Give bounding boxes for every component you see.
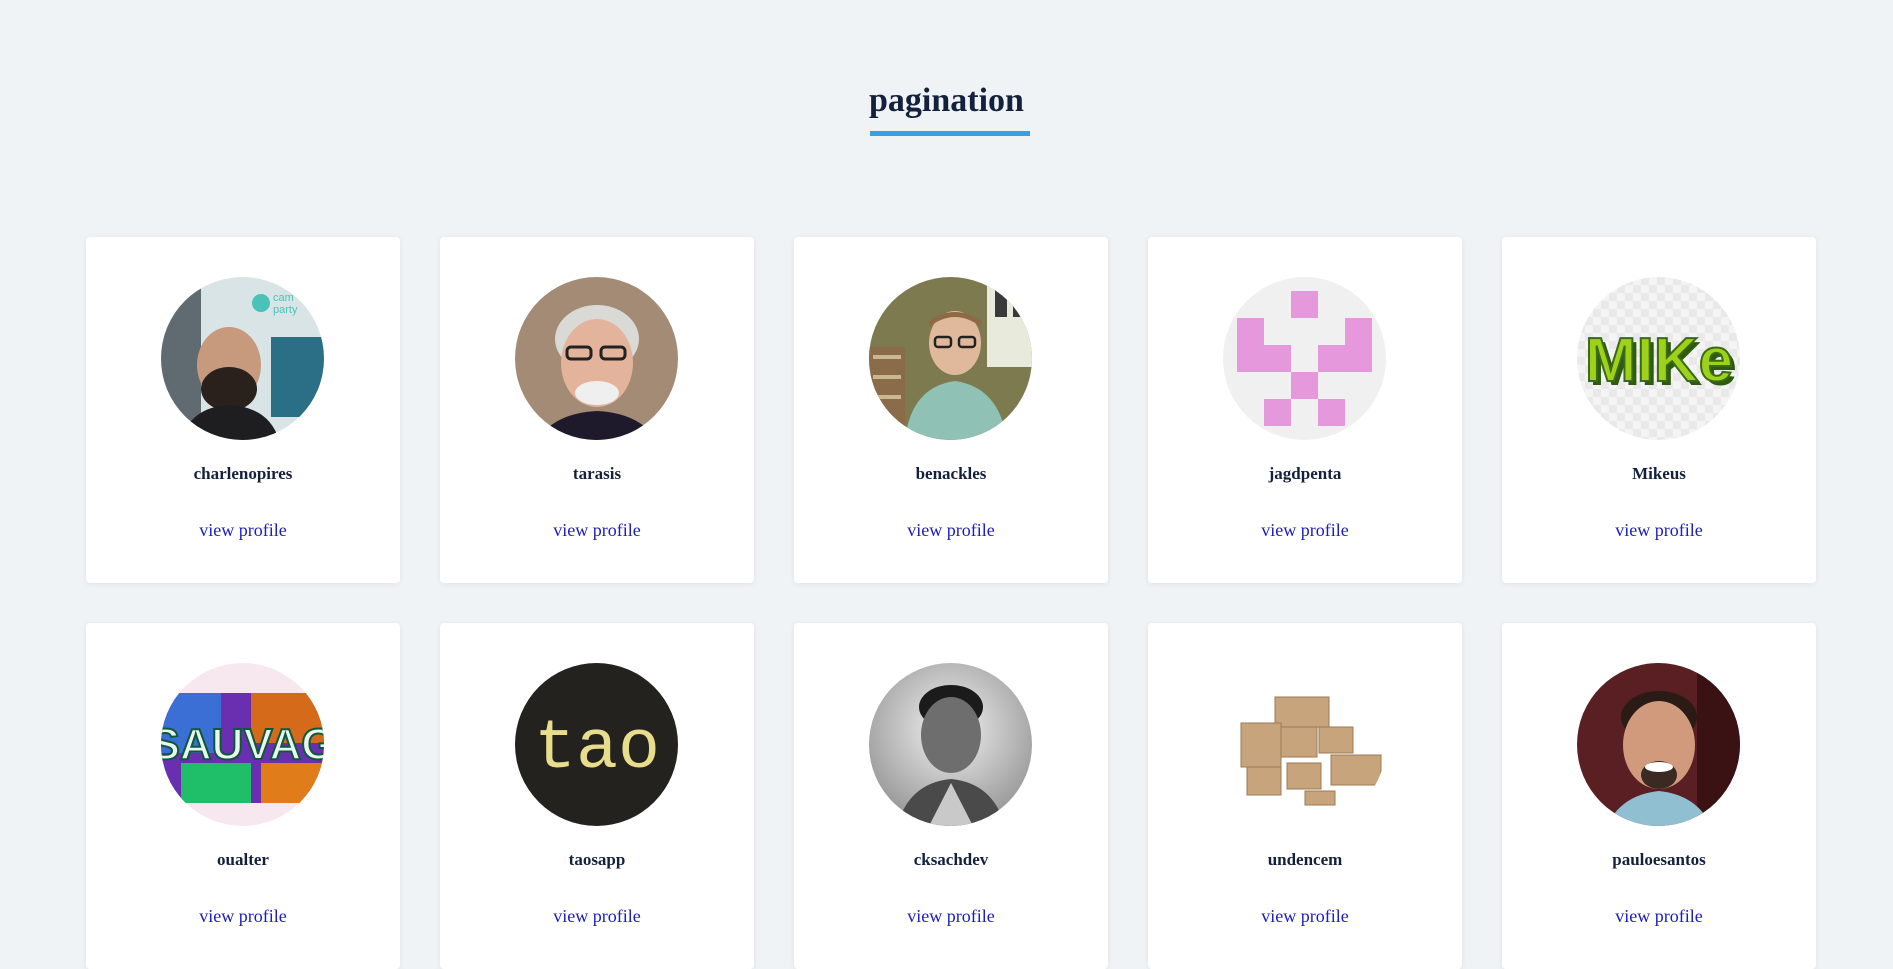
svg-text:SAUVAG: SAUVAG	[161, 720, 324, 769]
view-profile-link[interactable]: view profile	[440, 520, 754, 541]
username: oualter	[217, 850, 269, 869]
svg-text:tao: tao	[534, 710, 660, 789]
avatar-photo-man-glasses-white-hair-icon	[515, 277, 678, 440]
title-underline	[870, 131, 1030, 136]
avatar-identicon-pink-icon	[1223, 277, 1386, 440]
avatar: MIKe MIKe	[1577, 277, 1740, 440]
view-profile-link[interactable]: view profile	[1502, 520, 1816, 541]
username: pauloesantos	[1612, 850, 1706, 869]
username: taosapp	[568, 850, 626, 869]
avatar: cam party	[161, 277, 324, 440]
view-profile-link[interactable]: view profile	[86, 520, 400, 541]
username: charlenopires	[193, 464, 293, 483]
avatar	[1223, 277, 1386, 440]
avatar-photo-man-beard-icon: cam party	[161, 277, 324, 440]
profile-card: SAUVAG oualter view profile	[86, 623, 400, 969]
username: benackles	[915, 464, 987, 483]
avatar: tao	[515, 663, 678, 826]
avatar	[1577, 663, 1740, 826]
avatar-photo-man-glasses-office-icon	[869, 277, 1032, 440]
page-title: pagination	[869, 82, 1024, 119]
profile-card: tao taosapp view profile	[440, 623, 754, 969]
profile-grid: cam party charlenopires view profile tar…	[86, 237, 1816, 969]
username: jagdpenta	[1268, 464, 1342, 483]
username: cksachdev	[913, 850, 989, 869]
svg-text:MIKe: MIKe	[1585, 326, 1733, 395]
avatar-photo-man-bw-icon	[869, 663, 1032, 826]
avatar	[869, 277, 1032, 440]
profile-card: pauloesantos view profile	[1502, 623, 1816, 969]
username: undencem	[1267, 850, 1343, 869]
profile-card: jagdpenta view profile	[1148, 237, 1462, 583]
view-profile-link[interactable]: view profile	[794, 906, 1108, 927]
view-profile-link[interactable]: view profile	[794, 520, 1108, 541]
page-header: pagination	[0, 0, 1893, 200]
profile-card: cam party charlenopires view profile	[86, 237, 400, 583]
view-profile-link[interactable]: view profile	[1148, 906, 1462, 927]
svg-text:party: party	[273, 304, 298, 316]
avatar-photo-boxes-icon	[1223, 663, 1386, 826]
profile-card: cksachdev view profile	[794, 623, 1108, 969]
view-profile-link[interactable]: view profile	[440, 906, 754, 927]
username: Mikeus	[1632, 464, 1686, 483]
avatar-graffiti-sauvag-icon: SAUVAG	[161, 663, 324, 826]
avatar-logo-mike-icon: MIKe MIKe	[1577, 277, 1740, 440]
view-profile-link[interactable]: view profile	[1148, 520, 1462, 541]
avatar	[1223, 663, 1386, 826]
avatar: SAUVAG	[161, 663, 324, 826]
view-profile-link[interactable]: view profile	[1502, 906, 1816, 927]
profile-card: benackles view profile	[794, 237, 1108, 583]
view-profile-link[interactable]: view profile	[86, 906, 400, 927]
profile-card: tarasis view profile	[440, 237, 754, 583]
username: tarasis	[572, 464, 622, 483]
avatar-photo-man-smiling-icon	[1577, 663, 1740, 826]
svg-text:cam: cam	[273, 292, 294, 304]
profile-card: MIKe MIKe Mikeus view profile	[1502, 237, 1816, 583]
profile-card: undencem view profile	[1148, 623, 1462, 969]
avatar-logo-tao-icon: tao	[515, 663, 678, 826]
avatar	[515, 277, 678, 440]
avatar	[869, 663, 1032, 826]
